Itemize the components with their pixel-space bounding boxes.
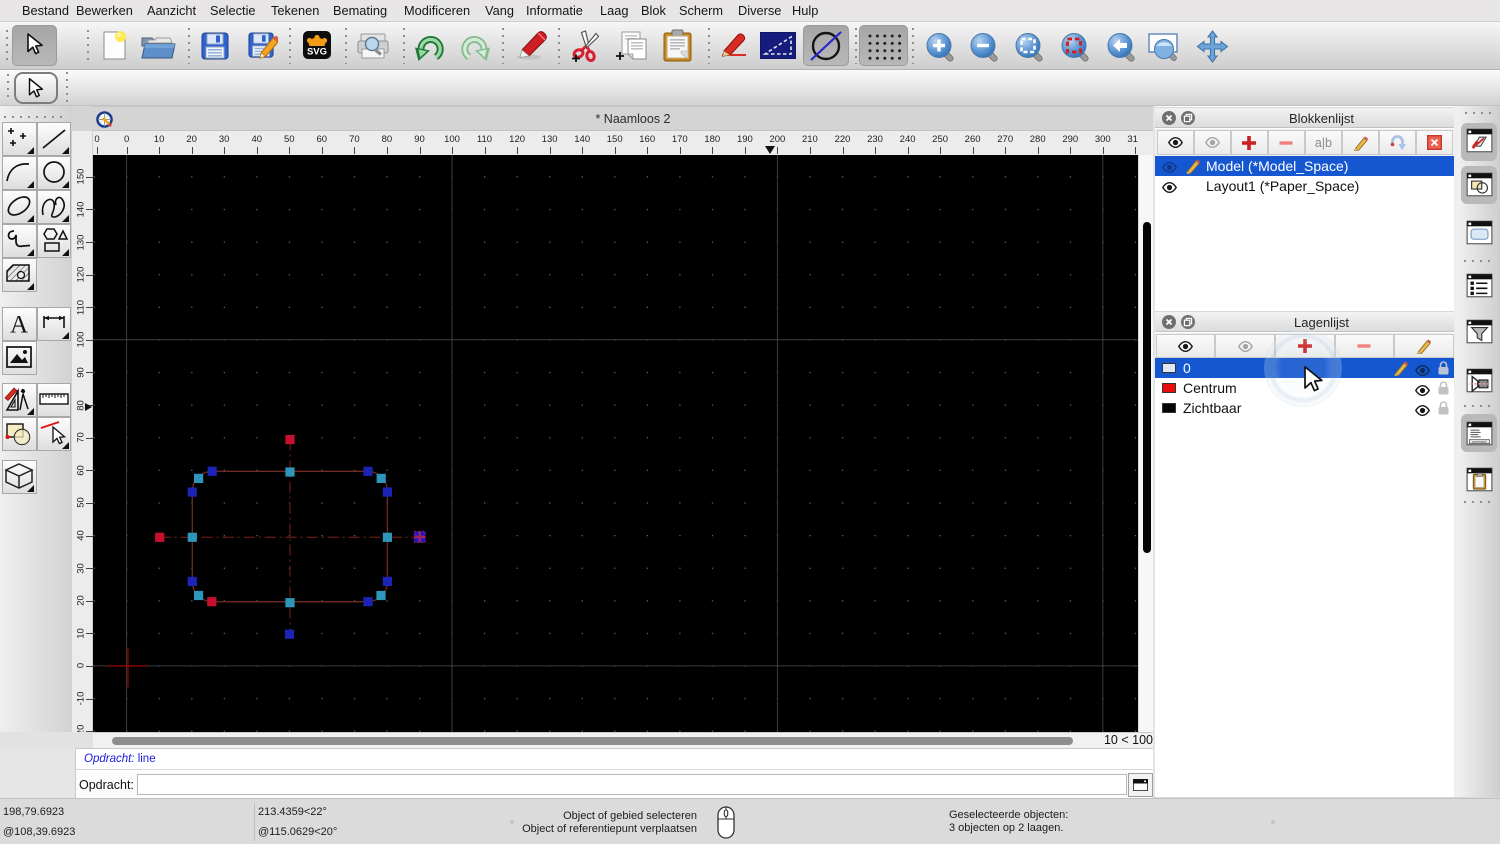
svg-text:command: command (1472, 440, 1487, 444)
svg-text:A: A (10, 312, 28, 339)
svg-text:SVG: SVG (307, 47, 327, 58)
